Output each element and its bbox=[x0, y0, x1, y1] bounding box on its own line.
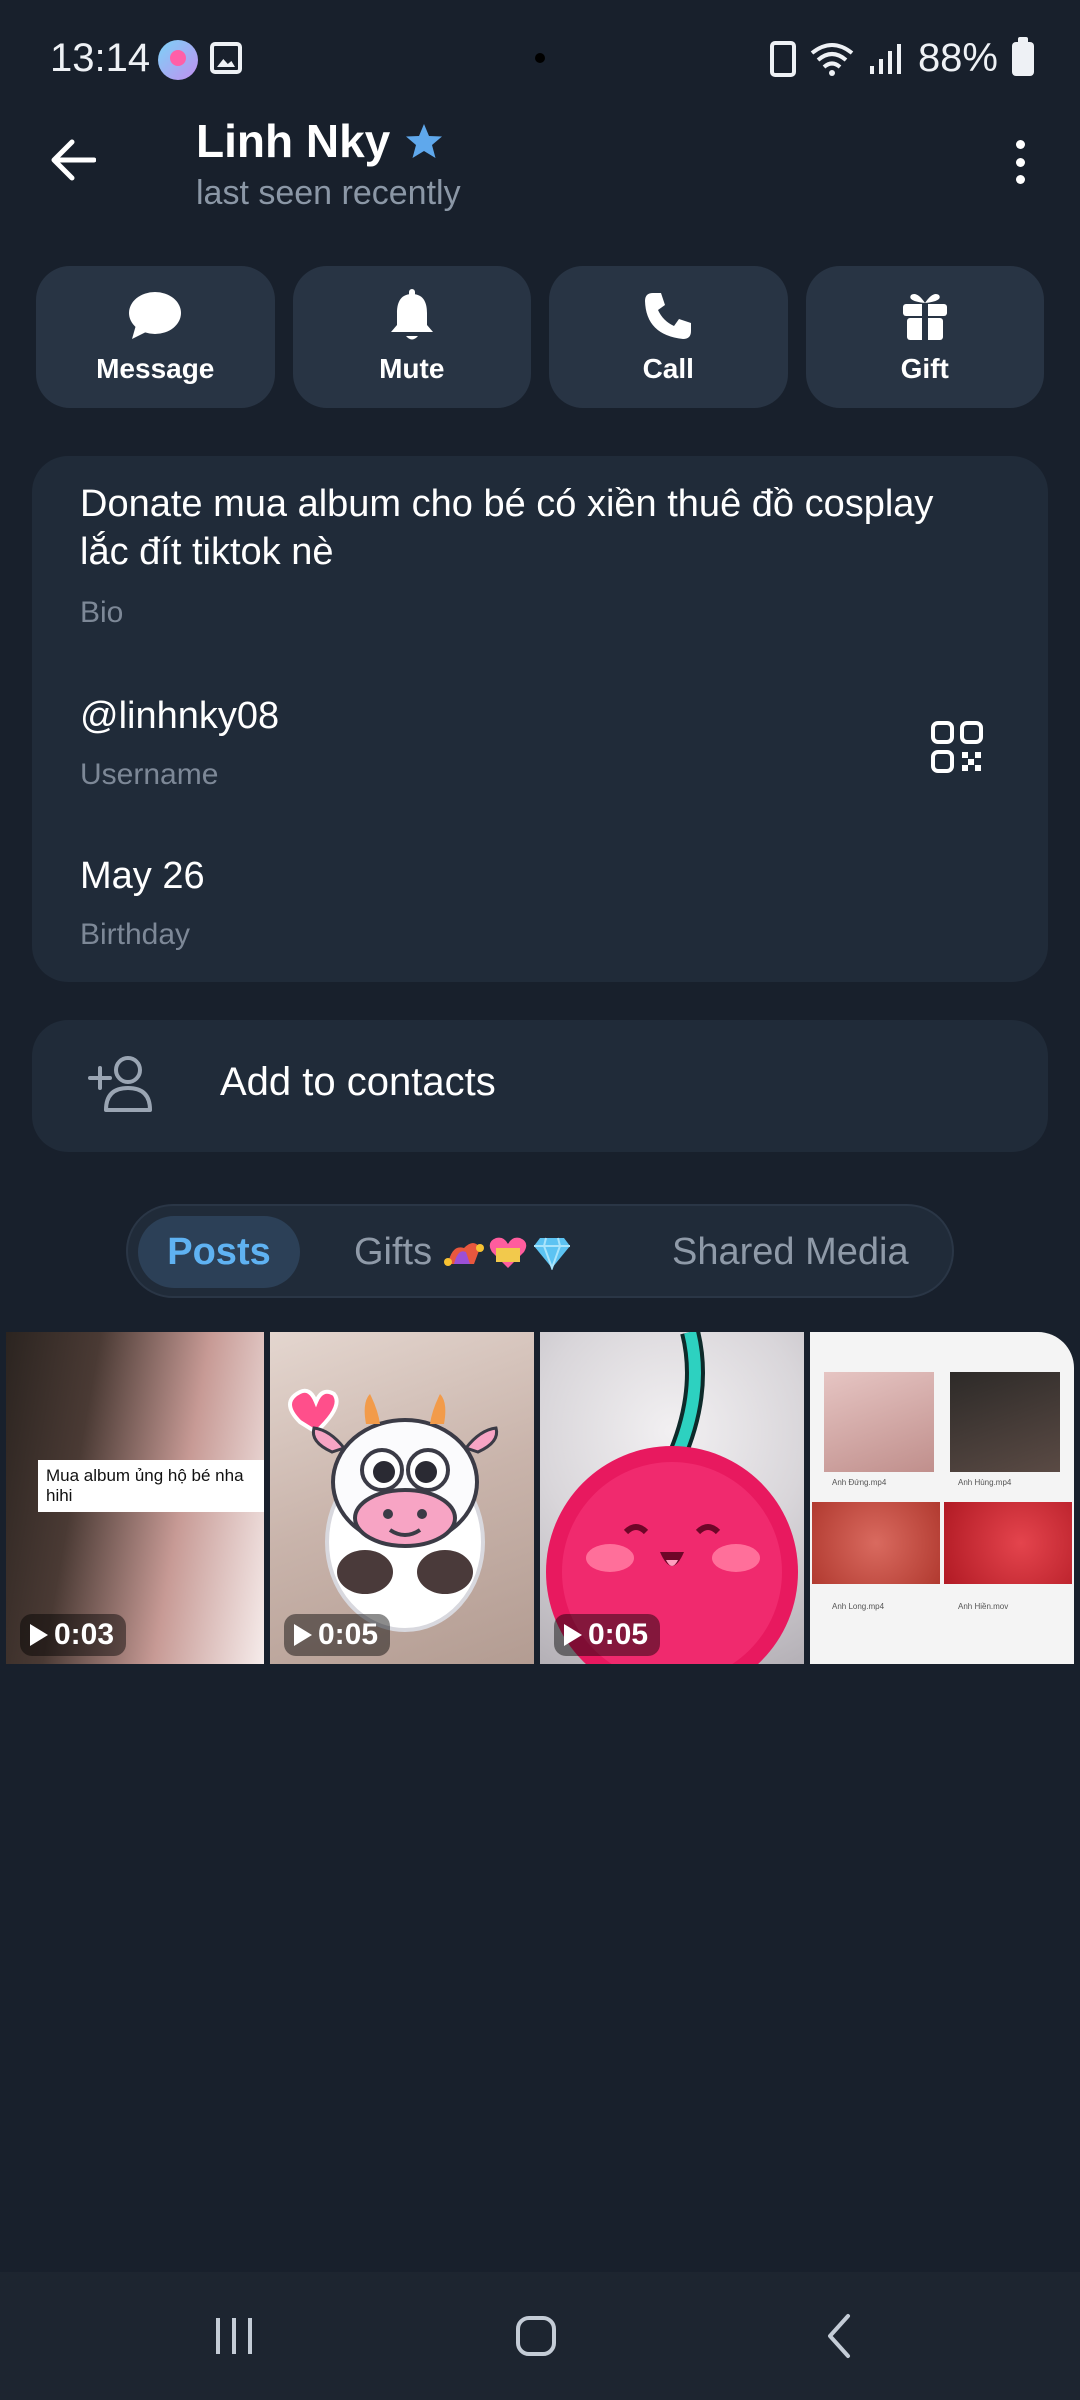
thumbnail-image bbox=[944, 1502, 1072, 1584]
profile-tabs: Posts Gifts Shared Media bbox=[126, 1204, 954, 1298]
system-nav-bar bbox=[0, 2272, 1080, 2400]
back-button[interactable] bbox=[40, 128, 104, 192]
dot-icon bbox=[1015, 175, 1025, 184]
gift-emoji-group bbox=[444, 1234, 572, 1270]
signal-icon bbox=[868, 42, 904, 76]
battery-saver-icon bbox=[769, 40, 796, 77]
mute-label: Mute bbox=[379, 353, 445, 384]
posts-grid: Mua album ủng hộ bé nha hihi 0:03 0:05 0… bbox=[0, 1332, 1080, 1664]
thumbnail-label: Anh Hùng.mp4 bbox=[958, 1478, 1012, 1487]
message-label: Message bbox=[96, 353, 215, 384]
tab-shared-media[interactable]: Shared Media bbox=[672, 1216, 909, 1288]
duration-text: 0:05 bbox=[588, 1618, 649, 1651]
profile-info-card: Donate mua album cho bé có xiền thuê đồ … bbox=[32, 456, 1048, 982]
recent-apps-icon bbox=[216, 2318, 252, 2354]
add-to-contacts-label: Add to contacts bbox=[220, 1060, 496, 1104]
heart-box-icon bbox=[489, 1237, 527, 1268]
arrow-left-icon bbox=[51, 139, 96, 181]
message-button[interactable]: Message bbox=[36, 266, 275, 408]
bell-icon bbox=[389, 289, 435, 343]
gallery-icon bbox=[210, 42, 242, 74]
more-menu-button[interactable] bbox=[1000, 132, 1040, 192]
duration-text: 0:03 bbox=[54, 1618, 115, 1651]
birthday-text[interactable]: May 26 bbox=[80, 852, 205, 900]
thumbnail-label: Anh Đứng.mp4 bbox=[832, 1478, 887, 1487]
gift-icon bbox=[901, 289, 949, 343]
gift-label: Gift bbox=[900, 353, 949, 384]
thumbnail-image bbox=[824, 1372, 934, 1472]
video-duration: 0:05 bbox=[284, 1614, 391, 1656]
username-text[interactable]: @linhnky08 bbox=[80, 692, 279, 740]
profile-name: Linh Nky bbox=[196, 115, 391, 167]
video-duration: 0:03 bbox=[20, 1614, 127, 1656]
phone-icon bbox=[643, 289, 693, 343]
post-tile[interactable]: Mua album ủng hộ bé nha hihi 0:03 bbox=[6, 1332, 264, 1664]
status-bar: 13:14 88% bbox=[0, 0, 1080, 120]
add-to-contacts-button[interactable]: Add to contacts bbox=[32, 1020, 1048, 1152]
thumbnail-label: Anh Long.mp4 bbox=[832, 1602, 885, 1611]
post-tile[interactable]: Anh Đứng.mp4 Anh Hùng.mp4 Anh Long.mp4 A… bbox=[810, 1332, 1074, 1664]
tab-posts[interactable]: Posts bbox=[138, 1216, 300, 1288]
home-button[interactable] bbox=[496, 2302, 576, 2370]
dot-icon bbox=[1015, 157, 1025, 167]
dot-icon bbox=[1015, 140, 1025, 149]
thumbnail-label: Anh Hiền.mov bbox=[958, 1602, 1009, 1611]
status-right-group: 88% bbox=[769, 36, 1034, 81]
tab-posts-label: Posts bbox=[167, 1230, 271, 1273]
birthday-label: Birthday bbox=[80, 918, 191, 951]
thumbnail-image bbox=[812, 1502, 940, 1584]
qr-code-icon bbox=[931, 721, 983, 773]
front-camera bbox=[535, 53, 545, 63]
add-person-icon bbox=[88, 1056, 152, 1112]
bio-label: Bio bbox=[80, 596, 124, 629]
last-seen-status: last seen recently bbox=[196, 174, 461, 212]
qr-code-button[interactable] bbox=[930, 720, 984, 774]
play-icon bbox=[30, 1624, 48, 1646]
play-icon bbox=[564, 1624, 582, 1646]
post-caption: Mua album ủng hộ bé nha hihi bbox=[38, 1460, 264, 1512]
notification-app-icon bbox=[158, 40, 198, 80]
play-icon bbox=[294, 1624, 312, 1646]
video-duration: 0:05 bbox=[554, 1614, 661, 1656]
battery-icon bbox=[1012, 36, 1034, 76]
username-label: Username bbox=[80, 758, 219, 791]
wifi-icon bbox=[810, 41, 854, 77]
chat-bubble-icon bbox=[128, 289, 182, 343]
call-button[interactable]: Call bbox=[549, 266, 788, 408]
star-icon[interactable] bbox=[404, 121, 444, 161]
post-tile[interactable]: 0:05 bbox=[270, 1332, 534, 1664]
recent-apps-button[interactable] bbox=[194, 2302, 274, 2370]
gift-button[interactable]: Gift bbox=[805, 266, 1044, 408]
thumbnail-image bbox=[950, 1372, 1060, 1472]
chevron-left-icon bbox=[828, 2314, 850, 2358]
bio-text[interactable]: Donate mua album cho bé có xiền thuê đồ … bbox=[80, 480, 980, 576]
status-time: 13:14 bbox=[50, 36, 151, 80]
profile-name-row: Linh Nky bbox=[196, 114, 444, 168]
mute-button[interactable]: Mute bbox=[292, 266, 531, 408]
jester-hat-icon bbox=[444, 1243, 485, 1266]
tab-gifts[interactable]: Gifts bbox=[354, 1216, 572, 1288]
nav-back-button[interactable] bbox=[800, 2302, 880, 2370]
home-icon bbox=[516, 2316, 556, 2356]
duration-text: 0:05 bbox=[318, 1618, 379, 1651]
call-label: Call bbox=[642, 353, 694, 384]
post-tile[interactable]: 0:05 bbox=[540, 1332, 804, 1664]
tab-gifts-label: Gifts bbox=[354, 1230, 433, 1273]
diamond-icon bbox=[534, 1237, 571, 1270]
action-buttons: Message Mute Call Gift bbox=[36, 266, 1044, 408]
battery-percent: 88% bbox=[917, 36, 998, 80]
tab-shared-media-label: Shared Media bbox=[672, 1230, 909, 1273]
